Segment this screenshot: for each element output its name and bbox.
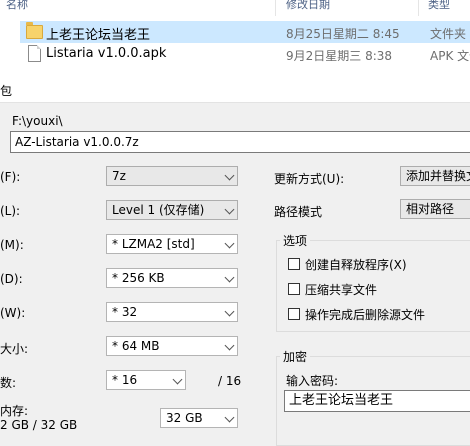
archive-path-label: F:\youxi\ (12, 114, 63, 128)
file-list-pane: 名称 修改日期 类型 上老王论坛当老王 8月25日星期二 8:45 文件夹 Li… (0, 0, 470, 78)
memory-usage: 2 GB / 32 GB (0, 418, 78, 432)
memory-select[interactable]: 32 GB (160, 408, 238, 428)
format-select[interactable]: 7z (106, 166, 238, 186)
threads-label: 数: (0, 376, 17, 390)
dictionary-label: (D): (0, 272, 23, 286)
method-select[interactable]: * LZMA2 [std] (106, 234, 238, 254)
dialog-title: 包 (0, 84, 13, 98)
file-date: 8月25日星期二 8:45 (286, 27, 400, 41)
archive-name-input[interactable]: AZ-Listaria v1.0.0.7z (10, 131, 470, 153)
column-divider[interactable] (418, 0, 419, 16)
path-mode-label: 路径模式 (274, 205, 323, 219)
chevron-down-icon (224, 340, 235, 351)
password-label: 输入密码: (286, 374, 339, 388)
update-mode-label: 更新方式(U): (274, 172, 345, 186)
shared-files-checkbox[interactable] (288, 283, 300, 295)
update-mode-select[interactable]: 添加并替换文 (400, 166, 470, 186)
format-label: (F): (0, 170, 21, 184)
solid-block-select[interactable]: * 64 MB (106, 336, 238, 356)
word-size-label: (W): (0, 306, 26, 320)
encryption-group-title: 加密 (280, 348, 311, 365)
chevron-down-icon (224, 238, 235, 249)
password-input[interactable]: 上老王论坛当老王 (284, 390, 470, 412)
file-row-apk[interactable]: Listaria v1.0.0.apk 9月2日星期三 8:38 APK 文件 (20, 43, 470, 65)
threads-select[interactable]: * 16 (106, 370, 186, 390)
chevron-down-icon (224, 412, 235, 423)
dictionary-select[interactable]: * 256 KB (106, 268, 238, 288)
file-icon (28, 45, 41, 62)
file-name: Listaria v1.0.0.apk (46, 46, 167, 61)
solid-block-label: 大小: (0, 342, 29, 356)
file-row-folder[interactable]: 上老王论坛当老王 8月25日星期二 8:45 文件夹 (20, 21, 470, 43)
chevron-down-icon (224, 306, 235, 317)
chevron-down-icon (224, 204, 235, 215)
file-date: 9月2日星期三 8:38 (286, 49, 393, 63)
sfx-checkbox[interactable] (288, 258, 300, 270)
file-name: 上老王论坛当老王 (46, 28, 151, 43)
file-type: APK 文件 (430, 49, 470, 63)
delete-after-checkbox-label[interactable]: 操作完成后删除源文件 (305, 306, 425, 323)
column-header-type[interactable]: 类型 (428, 0, 450, 14)
column-divider[interactable] (275, 0, 276, 16)
options-group-title: 选项 (280, 232, 311, 249)
shared-files-checkbox-label[interactable]: 压缩共享文件 (305, 281, 377, 298)
path-mode-select[interactable]: 相对路径 (400, 199, 470, 219)
memory-label: 内存: (0, 404, 29, 418)
threads-max: / 16 (218, 374, 242, 388)
column-header-date[interactable]: 修改日期 (286, 0, 330, 14)
folder-icon (26, 22, 43, 39)
method-label: (M): (0, 238, 24, 252)
delete-after-checkbox[interactable] (288, 308, 300, 320)
word-size-select[interactable]: * 32 (106, 302, 238, 322)
file-type: 文件夹 (430, 27, 467, 41)
level-select[interactable]: Level 1 (仅存储) (106, 200, 238, 220)
column-header-name[interactable]: 名称 (6, 0, 28, 14)
chevron-down-icon (224, 272, 235, 283)
level-label: (L): (0, 204, 21, 218)
chevron-down-icon (224, 170, 235, 181)
dialog-title-bar[interactable]: 包 (0, 78, 470, 103)
add-to-archive-dialog: 包 F:\youxi\ AZ-Listaria v1.0.0.7z (F): 7… (0, 78, 470, 446)
chevron-down-icon (172, 374, 183, 385)
sfx-checkbox-label[interactable]: 创建自释放程序(X) (305, 256, 407, 273)
